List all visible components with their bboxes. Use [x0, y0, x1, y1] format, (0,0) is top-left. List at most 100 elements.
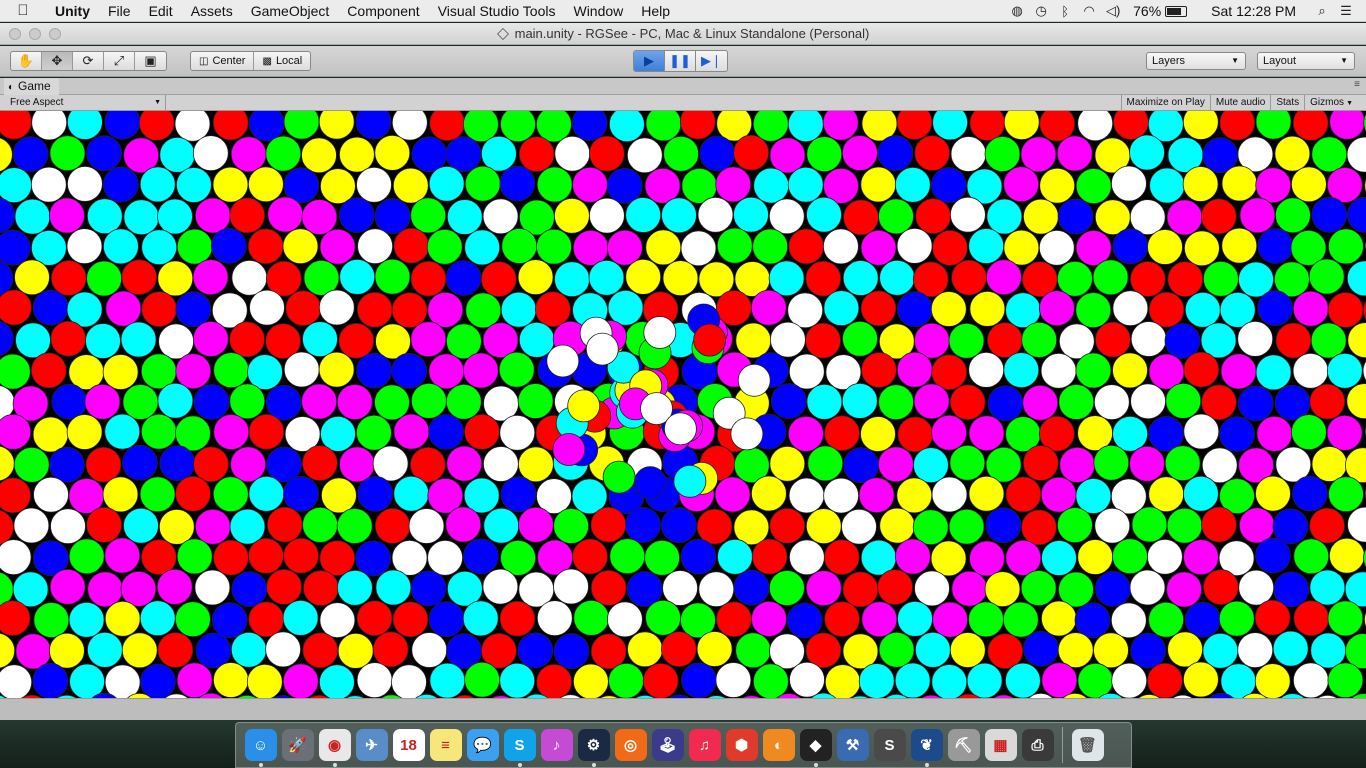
- ball: [1041, 540, 1077, 576]
- dock-origin-icon[interactable]: ◎: [614, 729, 647, 761]
- menu-file[interactable]: File: [99, 0, 140, 22]
- ball: [823, 477, 859, 514]
- ball: [572, 538, 608, 575]
- ball: [737, 363, 771, 397]
- creative-cloud-icon[interactable]: ◍: [1005, 3, 1029, 19]
- dock-skype-icon[interactable]: S: [503, 729, 536, 767]
- dock-preview-icon[interactable]: ✈: [355, 729, 388, 761]
- ball: [1309, 383, 1346, 420]
- dock-printer-icon[interactable]: ⎙: [1021, 729, 1054, 761]
- clock[interactable]: Sat 12:28 PM: [1197, 3, 1310, 19]
- ball: [483, 507, 520, 544]
- dock-calendar-icon[interactable]: 18: [392, 729, 425, 761]
- menu-help[interactable]: Help: [632, 0, 679, 22]
- ball: [589, 135, 625, 172]
- ball: [49, 197, 85, 234]
- status-bar: [0, 698, 1366, 720]
- ball: [768, 260, 805, 297]
- dock-trash-icon[interactable]: 🗑: [1071, 729, 1104, 761]
- stats-toggle[interactable]: Stats: [1270, 95, 1304, 110]
- layers-dropdown[interactable]: Layers ▼: [1146, 52, 1246, 70]
- dock-blender-icon[interactable]: ◐: [762, 729, 795, 761]
- ball: [499, 662, 536, 698]
- pivot-local-button[interactable]: ▩ Local: [254, 52, 310, 70]
- battery-icon[interactable]: [1165, 5, 1188, 17]
- pivot-center-button[interactable]: ◫ Center: [191, 52, 255, 70]
- dock-calculator-icon[interactable]: ▦: [984, 729, 1017, 761]
- rotate-tool-button[interactable]: ⟳: [73, 52, 104, 70]
- dock-messages-icon[interactable]: 💬: [466, 729, 499, 761]
- ball: [788, 415, 824, 452]
- menu-window[interactable]: Window: [564, 0, 632, 22]
- ball: [1237, 385, 1274, 422]
- spotlight-icon[interactable]: ⌕: [1310, 3, 1334, 19]
- ball: [139, 166, 176, 203]
- dock-finder-icon[interactable]: ☺: [244, 729, 277, 767]
- ball: [517, 632, 554, 669]
- ball: [32, 289, 69, 326]
- ball: [897, 600, 933, 637]
- dock-steam-icon[interactable]: ⚙: [577, 729, 610, 767]
- dock-itunes-alt-icon[interactable]: ♪: [540, 729, 573, 761]
- menu-gameobject[interactable]: GameObject: [242, 0, 339, 22]
- game-view[interactable]: [0, 111, 1366, 698]
- gizmos-dropdown[interactable]: Gizmos ▼: [1304, 95, 1358, 110]
- time-machine-icon[interactable]: ◷: [1029, 3, 1053, 19]
- ball: [949, 632, 986, 668]
- menu-edit[interactable]: Edit: [140, 0, 182, 22]
- menu-component[interactable]: Component: [338, 0, 428, 22]
- dock-xcode-icon[interactable]: ⚒: [836, 729, 869, 761]
- step-button[interactable]: ▶❘: [696, 51, 727, 71]
- ball: [572, 166, 608, 203]
- aspect-dropdown[interactable]: Free Aspect ▼: [4, 95, 166, 110]
- rect-tool-button[interactable]: ▣: [135, 52, 166, 70]
- ball: [498, 351, 535, 388]
- dock-notes-icon[interactable]: ≡: [429, 729, 462, 761]
- apple-icon[interactable]: : [0, 2, 46, 19]
- menu-app-unity[interactable]: Unity: [46, 0, 99, 22]
- ball: [410, 197, 447, 234]
- dock-sketchup-icon[interactable]: ⬢: [725, 729, 758, 761]
- tab-game[interactable]: ◐ Game: [4, 78, 59, 95]
- volume-icon[interactable]: ◁): [1101, 3, 1125, 19]
- ball: [337, 633, 374, 669]
- ball: [391, 352, 428, 389]
- dock-chrome-icon[interactable]: ◉: [318, 729, 351, 767]
- battery-percent[interactable]: 76%: [1125, 3, 1165, 19]
- ball: [769, 137, 806, 174]
- dock-sourcetree-icon[interactable]: ❦: [910, 729, 943, 767]
- dock-automator-icon[interactable]: ⛏: [947, 729, 980, 761]
- layout-dropdown[interactable]: Layout ▼: [1257, 52, 1355, 70]
- ball: [1310, 632, 1347, 669]
- ball: [32, 663, 69, 698]
- mute-audio-toggle[interactable]: Mute audio: [1209, 95, 1270, 110]
- ball: [283, 537, 320, 574]
- dock-sublime-text-icon[interactable]: S: [873, 729, 906, 761]
- maximize-on-play-toggle[interactable]: Maximize on Play: [1120, 95, 1210, 110]
- ball: [788, 477, 825, 514]
- ball: [1327, 600, 1364, 637]
- scale-tool-button[interactable]: ⤢: [104, 52, 135, 70]
- bluetooth-icon[interactable]: ᛒ: [1053, 4, 1077, 19]
- hand-tool-button[interactable]: ✋: [11, 52, 42, 70]
- dock-unity-icon[interactable]: ◆: [799, 729, 832, 767]
- ball: [951, 259, 987, 296]
- play-button[interactable]: ▶: [634, 51, 665, 71]
- ball: [138, 111, 175, 141]
- menu-assets[interactable]: Assets: [182, 0, 242, 22]
- menu-visual-studio-tools[interactable]: Visual Studio Tools: [429, 0, 565, 22]
- dock-launchpad-icon[interactable]: 🚀: [281, 729, 314, 761]
- panel-menu-icon[interactable]: ≡: [1354, 79, 1360, 90]
- move-tool-button[interactable]: ✥: [42, 52, 73, 70]
- ball: [536, 600, 573, 637]
- notification-center-icon[interactable]: ☰: [1334, 3, 1358, 19]
- ball: [625, 197, 662, 233]
- ball: [68, 538, 105, 575]
- ball: [1021, 321, 1058, 358]
- ball: [1058, 384, 1095, 420]
- ball: [987, 385, 1024, 422]
- wifi-icon[interactable]: ◠: [1077, 3, 1101, 19]
- pause-button[interactable]: ❚❚: [665, 51, 696, 71]
- dock-itunes-icon[interactable]: ♫: [688, 729, 721, 761]
- dock-joystick-icon[interactable]: 🕹: [651, 729, 684, 761]
